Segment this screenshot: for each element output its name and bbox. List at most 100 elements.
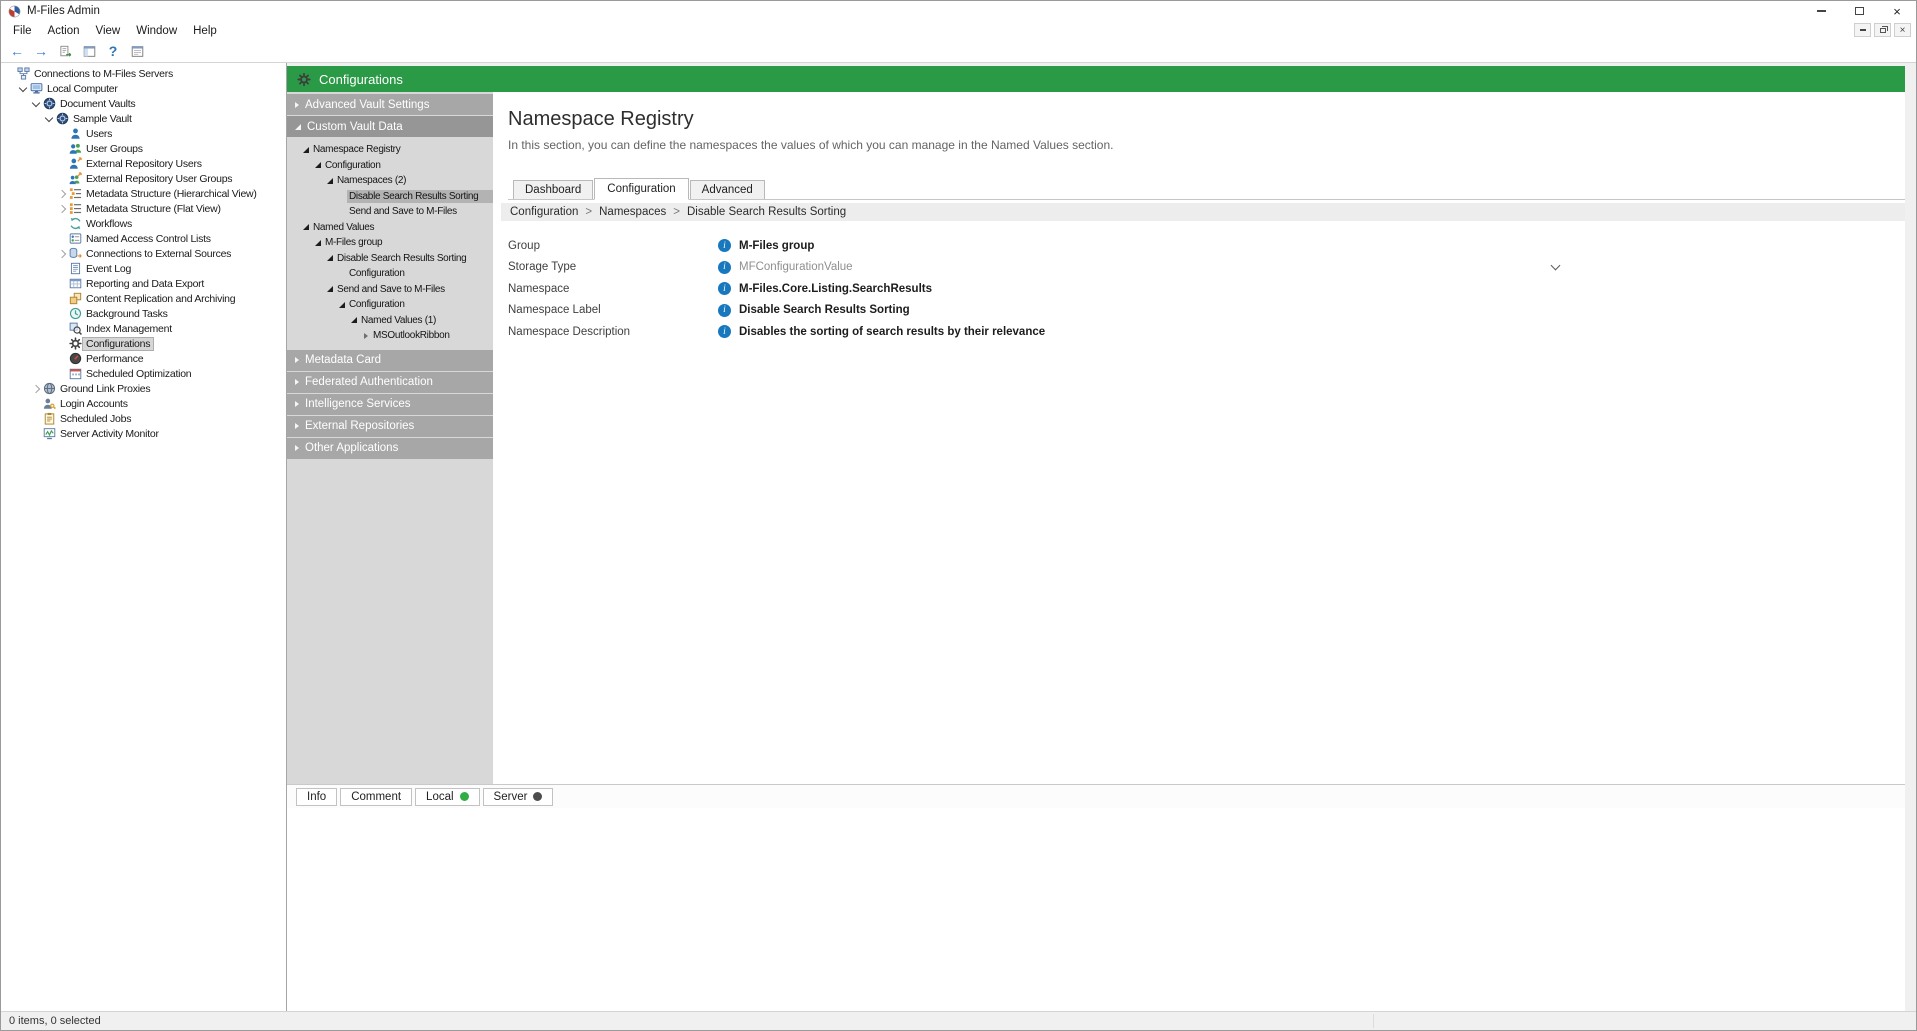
tree-item-reporting-and-data-export[interactable]: Reporting and Data Export xyxy=(1,276,286,291)
config-node-send-and-save-to-m-files[interactable]: Send and Save to M-Files xyxy=(287,204,493,220)
field-value[interactable]: Disable Search Results Sorting xyxy=(739,304,910,316)
menu-window[interactable]: Window xyxy=(128,23,185,39)
menubar: FileActionViewWindowHelp × xyxy=(1,21,1916,40)
mdi-minimize-button[interactable] xyxy=(1854,23,1871,37)
config-node-m-files-group[interactable]: M-Files group xyxy=(287,235,493,251)
tab-dashboard[interactable]: Dashboard xyxy=(513,180,593,199)
tree-item-server-activity-monitor[interactable]: Server Activity Monitor xyxy=(1,426,286,441)
breadcrumb-item-configuration[interactable]: Configuration xyxy=(510,206,578,218)
back-button[interactable]: ← xyxy=(6,41,28,61)
tree-item-users[interactable]: Users xyxy=(1,126,286,141)
footer-tab-local[interactable]: Local xyxy=(415,788,480,806)
minimize-button[interactable] xyxy=(1802,1,1840,21)
tree-item-named-access-control-lists[interactable]: Named Access Control Lists xyxy=(1,231,286,246)
tab-configuration[interactable]: Configuration xyxy=(594,178,688,200)
section-advanced-vault-settings[interactable]: Advanced Vault Settings xyxy=(287,94,493,115)
footer-tab-info[interactable]: Info xyxy=(296,788,337,806)
section-custom-vault-data[interactable]: Custom Vault Data xyxy=(287,116,493,137)
tree-item-login-accounts[interactable]: Login Accounts xyxy=(1,396,286,411)
config-node-named-values[interactable]: Named Values xyxy=(287,220,493,236)
tree-item-sample-vault[interactable]: Sample Vault xyxy=(1,111,286,126)
tree-item-content-replication-and-archiving[interactable]: Content Replication and Archiving xyxy=(1,291,286,306)
tree-item-label: Scheduled Jobs xyxy=(57,413,134,425)
tree-chevron-collapsed-icon[interactable] xyxy=(29,386,42,392)
info-icon[interactable]: i xyxy=(718,304,731,317)
config-node-disable-search-results-sorting[interactable]: Disable Search Results Sorting xyxy=(287,189,493,205)
tree-item-ground-link-proxies[interactable]: Ground Link Proxies xyxy=(1,381,286,396)
tree-item-connections-to-external-sources[interactable]: Connections to External Sources xyxy=(1,246,286,261)
tree-item-performance[interactable]: Performance xyxy=(1,351,286,366)
config-node-configuration[interactable]: Configuration xyxy=(287,266,493,282)
field-value[interactable]: Disables the sorting of search results b… xyxy=(739,326,1045,338)
mdi-close-button[interactable]: × xyxy=(1894,23,1911,37)
tree-item-metadata-structure-hierarchical-view[interactable]: Metadata Structure (Hierarchical View) xyxy=(1,186,286,201)
tree-item-local-computer[interactable]: Local Computer xyxy=(1,81,286,96)
field-value[interactable]: MFConfigurationValue xyxy=(739,261,853,273)
menu-action[interactable]: Action xyxy=(40,23,88,39)
forward-button[interactable]: → xyxy=(30,41,52,61)
tree-item-metadata-structure-flat-view[interactable]: Metadata Structure (Flat View) xyxy=(1,201,286,216)
footer-tab-server[interactable]: Server xyxy=(483,788,554,806)
config-node-namespace-registry[interactable]: Namespace Registry xyxy=(287,142,493,158)
tree-item-configurations[interactable]: Configurations xyxy=(1,336,286,351)
config-node-send-and-save-to-m-files[interactable]: Send and Save to M-Files xyxy=(287,282,493,298)
menu-help[interactable]: Help xyxy=(185,23,225,39)
config-node-namespaces-2[interactable]: Namespaces (2) xyxy=(287,173,493,189)
config-node-configuration[interactable]: Configuration xyxy=(287,297,493,313)
node-expanded-icon xyxy=(325,286,335,292)
tree-item-user-groups[interactable]: User Groups xyxy=(1,141,286,156)
tree-item-index-management[interactable]: Index Management xyxy=(1,321,286,336)
config-node-disable-search-results-sorting[interactable]: Disable Search Results Sorting xyxy=(287,251,493,267)
tree-item-external-repository-users[interactable]: External Repository Users xyxy=(1,156,286,171)
export-list-button[interactable] xyxy=(54,41,76,61)
config-node-msoutlookribbon[interactable]: MSOutlookRibbon xyxy=(287,328,493,344)
titlebar[interactable]: M-Files Admin × xyxy=(1,1,1916,21)
properties-window-button[interactable] xyxy=(126,41,148,61)
field-value[interactable]: M-Files.Core.Listing.SearchResults xyxy=(739,283,932,295)
config-node-named-values-1[interactable]: Named Values (1) xyxy=(287,313,493,329)
tree-chevron-expanded-icon[interactable] xyxy=(29,102,42,106)
info-icon[interactable]: i xyxy=(718,239,731,252)
tree-item-external-repository-user-groups[interactable]: External Repository User Groups xyxy=(1,171,286,186)
tree-chevron-collapsed-icon[interactable] xyxy=(55,206,68,212)
menu-view[interactable]: View xyxy=(88,23,129,39)
config-node-configuration[interactable]: Configuration xyxy=(287,158,493,174)
field-label: Group xyxy=(508,240,718,252)
show-console-tree-button[interactable] xyxy=(78,41,100,61)
section-external-repositories[interactable]: External Repositories xyxy=(287,416,493,437)
tree-item-workflows[interactable]: Workflows xyxy=(1,216,286,231)
section-metadata-card[interactable]: Metadata Card xyxy=(287,350,493,371)
tree-item-document-vaults[interactable]: Document Vaults xyxy=(1,96,286,111)
tab-advanced[interactable]: Advanced xyxy=(690,180,765,199)
section-intelligence-services[interactable]: Intelligence Services xyxy=(287,394,493,415)
breadcrumb-item-disable-search-results-sorting[interactable]: Disable Search Results Sorting xyxy=(687,206,846,218)
server-tree-panel: Connections to M-Files ServersLocal Comp… xyxy=(1,63,287,1011)
properties-window-icon xyxy=(130,44,144,58)
dropdown-chevron-icon[interactable] xyxy=(1552,265,1559,269)
maximize-button[interactable] xyxy=(1840,1,1878,21)
computer-icon xyxy=(29,82,44,96)
tree-chevron-collapsed-icon[interactable] xyxy=(55,191,68,197)
section-label: Intelligence Services xyxy=(305,398,410,410)
mdi-restore-button[interactable] xyxy=(1874,23,1891,37)
tree-chevron-expanded-icon[interactable] xyxy=(16,87,29,91)
footer-tab-comment[interactable]: Comment xyxy=(340,788,412,806)
field-value[interactable]: M-Files group xyxy=(739,240,814,252)
tree-item-scheduled-jobs[interactable]: Scheduled Jobs xyxy=(1,411,286,426)
tree-item-connections-to-m-files-servers[interactable]: Connections to M-Files Servers xyxy=(1,66,286,81)
info-icon[interactable]: i xyxy=(718,282,731,295)
tree-chevron-expanded-icon[interactable] xyxy=(42,117,55,121)
close-button[interactable]: × xyxy=(1878,1,1916,21)
info-icon[interactable]: i xyxy=(718,325,731,338)
tree-chevron-collapsed-icon[interactable] xyxy=(55,251,68,257)
tree-item-event-log[interactable]: Event Log xyxy=(1,261,286,276)
help-button[interactable]: ? xyxy=(102,41,124,61)
breadcrumb-item-namespaces[interactable]: Namespaces xyxy=(599,206,666,218)
section-federated-authentication[interactable]: Federated Authentication xyxy=(287,372,493,393)
section-other-applications[interactable]: Other Applications xyxy=(287,438,493,459)
ground-link-icon xyxy=(42,382,57,396)
info-icon[interactable]: i xyxy=(718,261,731,274)
tree-item-scheduled-optimization[interactable]: Scheduled Optimization xyxy=(1,366,286,381)
menu-file[interactable]: File xyxy=(5,23,40,39)
tree-item-background-tasks[interactable]: Background Tasks xyxy=(1,306,286,321)
